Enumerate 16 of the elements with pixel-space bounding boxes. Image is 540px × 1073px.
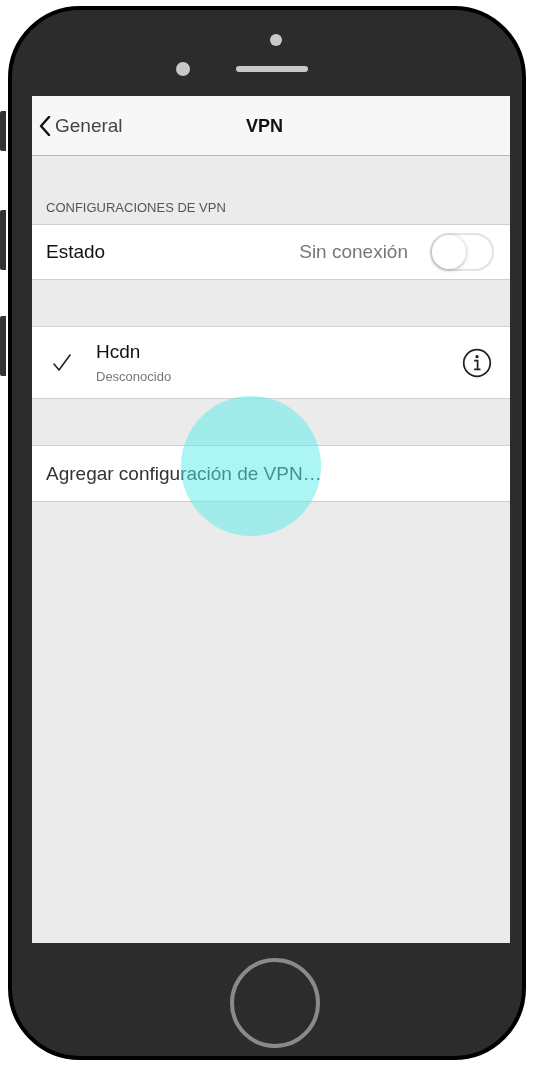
nav-title: VPN [246,116,283,137]
row-label: Estado [46,241,107,263]
speaker-icon [236,66,308,72]
camera-icon [176,62,190,76]
section-header: CONFIGURACIONES DE VPN [45,200,227,217]
config-status: Desconocido [96,369,173,384]
vpn-config-row[interactable]: Hcdn Desconocido [32,326,510,399]
back-chevron-icon [39,115,51,136]
sensor-icon [270,34,282,46]
status-value: Sin conexión [299,241,408,263]
add-vpn-row[interactable]: Agregar configuración de VPN… [32,445,510,502]
info-icon[interactable] [462,347,492,378]
toggle-switch[interactable] [430,233,494,271]
back-link[interactable]: General [39,114,123,137]
home-button[interactable] [230,958,320,1048]
config-name: Hcdn [96,341,142,363]
